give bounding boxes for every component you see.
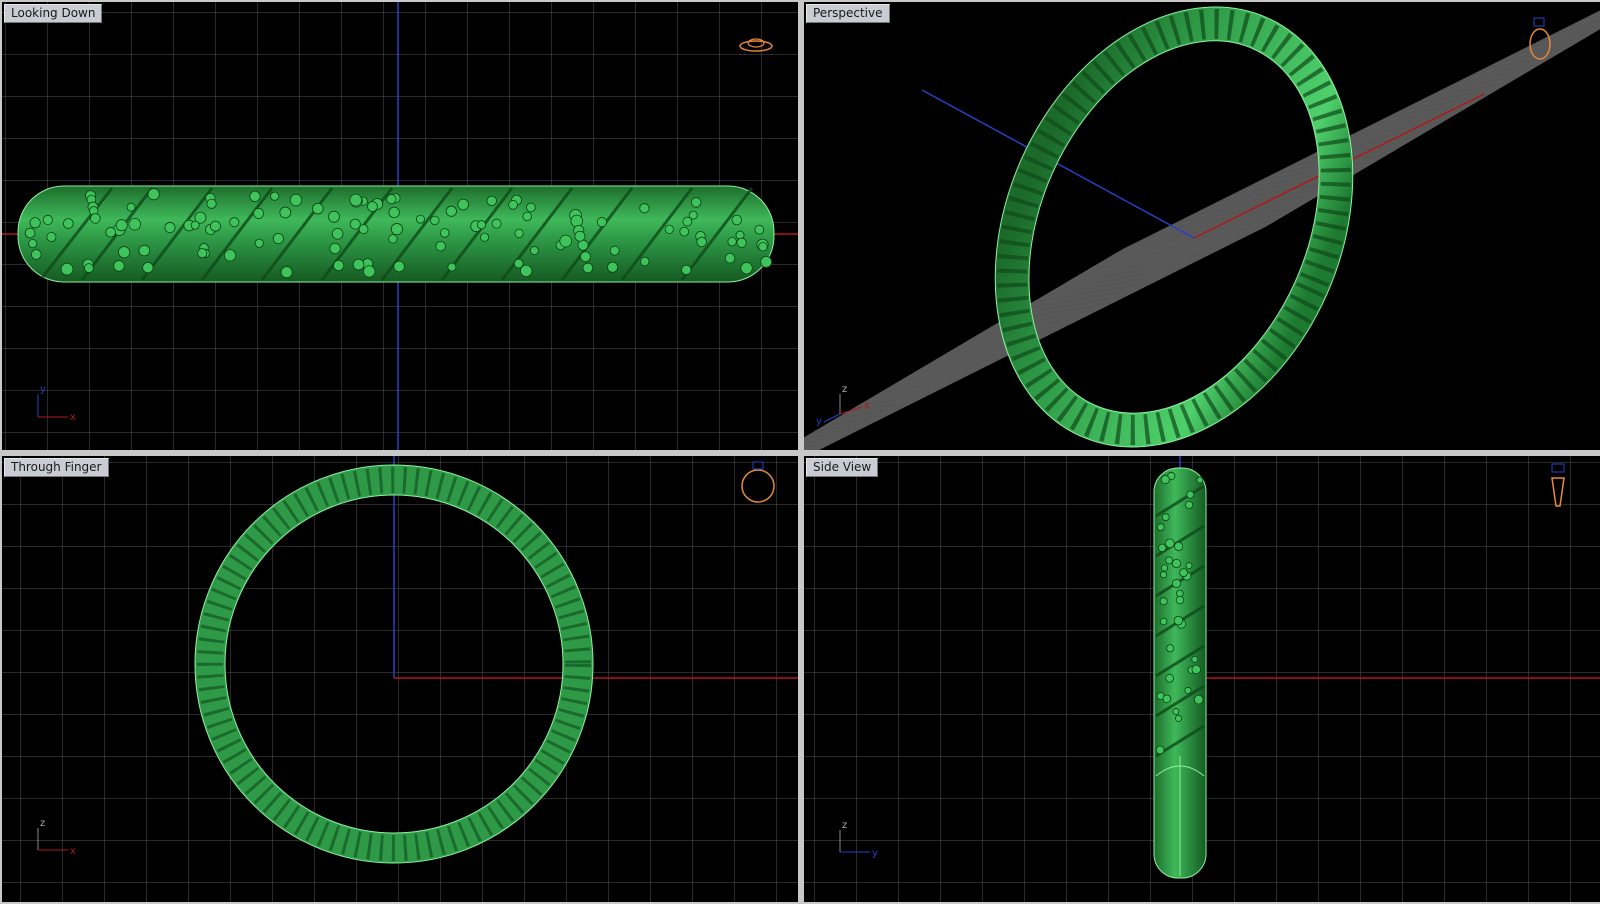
viewport-front[interactable]: z x Through Finger: [2, 456, 798, 902]
viewport-front-canvas[interactable]: z x: [2, 456, 798, 902]
axis-label-y: y: [872, 848, 878, 859]
viewport-top[interactable]: y x Looking Down: [2, 2, 798, 450]
viewport-perspective[interactable]: z y x Perspective: [804, 2, 1600, 450]
axis-label-z: z: [842, 384, 847, 395]
viewport-title-perspective[interactable]: Perspective: [806, 4, 890, 23]
axis-label-z: z: [40, 818, 45, 829]
axis-label-x: x: [864, 400, 870, 411]
viewport-title-side[interactable]: Side View: [806, 458, 879, 477]
axis-label-x: x: [70, 412, 76, 423]
axis-label-z: z: [842, 820, 847, 831]
viewport-title-top[interactable]: Looking Down: [4, 4, 103, 23]
viewport-perspective-canvas[interactable]: z y x: [804, 2, 1600, 450]
axis-label-y: y: [40, 384, 46, 395]
ring-model-top[interactable]: [17, 185, 775, 283]
perspective-grid: [804, 10, 1600, 450]
ring-model-side[interactable]: [1153, 467, 1207, 879]
viewport-top-canvas[interactable]: y x: [2, 2, 798, 450]
axis-label-x: x: [70, 846, 76, 857]
viewport-right[interactable]: z y Side View: [804, 456, 1600, 902]
axis-label-y: y: [816, 416, 822, 427]
viewport-right-canvas[interactable]: z y: [804, 456, 1600, 902]
viewport-title-front[interactable]: Through Finger: [4, 458, 109, 477]
